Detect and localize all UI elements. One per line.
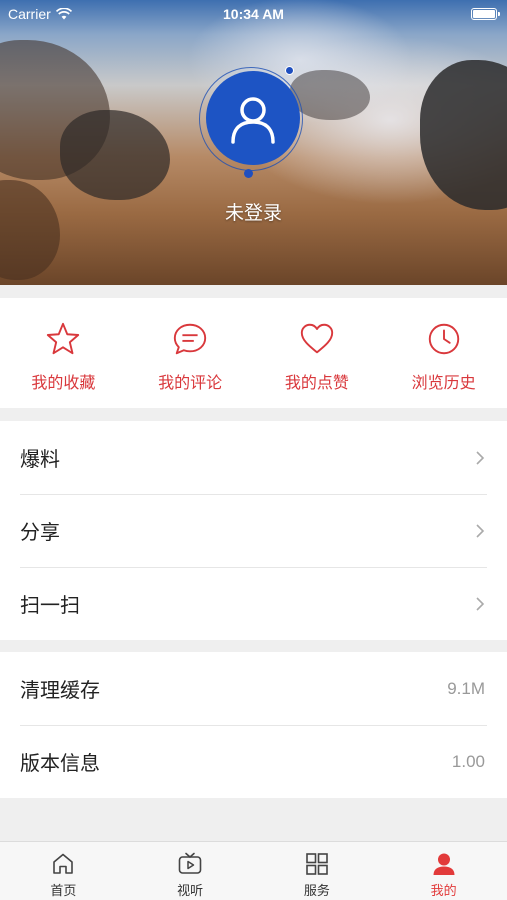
- grid-icon: [306, 853, 328, 875]
- tab-label: 我的: [430, 884, 457, 899]
- history-label: 浏览历史: [411, 373, 476, 392]
- tab-media[interactable]: 视听: [127, 842, 254, 900]
- history-button[interactable]: 浏览历史: [380, 298, 507, 408]
- menu-item-label: 扫一扫: [20, 593, 80, 617]
- menu-item-tipoff[interactable]: 爆料: [0, 421, 507, 494]
- favorites-button[interactable]: 我的收藏: [0, 298, 127, 408]
- quick-actions: 我的收藏 我的评论 我的点赞 浏览历史: [0, 298, 507, 408]
- version-value: 1.00: [451, 751, 485, 771]
- user-icon: [231, 97, 275, 144]
- tab-label: 视听: [177, 884, 204, 899]
- menu-item-share[interactable]: 分享: [0, 494, 507, 567]
- comments-label: 我的评论: [158, 373, 223, 392]
- tab-home[interactable]: 首页: [0, 842, 127, 900]
- menu-item-scan[interactable]: 扫一扫: [0, 567, 507, 640]
- menu-group-settings: 清理缓存 9.1M 版本信息 1.00: [0, 652, 507, 798]
- tv-icon: [178, 852, 202, 874]
- chevron-right-icon: [476, 596, 485, 611]
- likes-button[interactable]: 我的点赞: [254, 298, 381, 408]
- cache-size-value: 9.1M: [447, 678, 485, 698]
- menu-item-label: 版本信息: [20, 751, 100, 775]
- likes-label: 我的点赞: [284, 373, 349, 392]
- comments-button[interactable]: 我的评论: [127, 298, 254, 408]
- orbit-dot: [285, 66, 294, 75]
- tab-label: 服务: [303, 884, 330, 899]
- menu-group-tools: 爆料 分享 扫一扫: [0, 421, 507, 640]
- favorites-label: 我的收藏: [31, 373, 96, 392]
- comment-icon: [173, 323, 207, 355]
- status-bar: Carrier 10:34 AM: [0, 0, 507, 28]
- tab-services[interactable]: 服务: [254, 842, 381, 900]
- menu-item-version[interactable]: 版本信息 1.00: [0, 725, 507, 798]
- menu-item-clear-cache[interactable]: 清理缓存 9.1M: [0, 652, 507, 725]
- menu-item-label: 爆料: [20, 447, 60, 471]
- person-icon: [433, 853, 455, 875]
- chevron-right-icon: [476, 450, 485, 465]
- avatar[interactable]: [206, 71, 300, 165]
- star-icon: [47, 322, 80, 355]
- tab-bar: 首页 视听 服务 我的: [0, 841, 507, 900]
- menu-item-label: 分享: [20, 520, 60, 544]
- chevron-right-icon: [476, 523, 485, 538]
- heart-icon: [300, 323, 334, 354]
- login-status[interactable]: 未登录: [0, 198, 507, 225]
- battery-icon: [471, 8, 500, 20]
- clock-icon: [428, 323, 459, 355]
- home-icon: [53, 853, 74, 874]
- orbit-dot: [244, 169, 253, 178]
- profile-header: Carrier 10:34 AM 未登录: [0, 0, 507, 285]
- status-time: 10:34 AM: [223, 6, 284, 22]
- tab-mine[interactable]: 我的: [380, 842, 507, 900]
- tab-label: 首页: [50, 884, 77, 899]
- menu-item-label: 清理缓存: [20, 678, 100, 702]
